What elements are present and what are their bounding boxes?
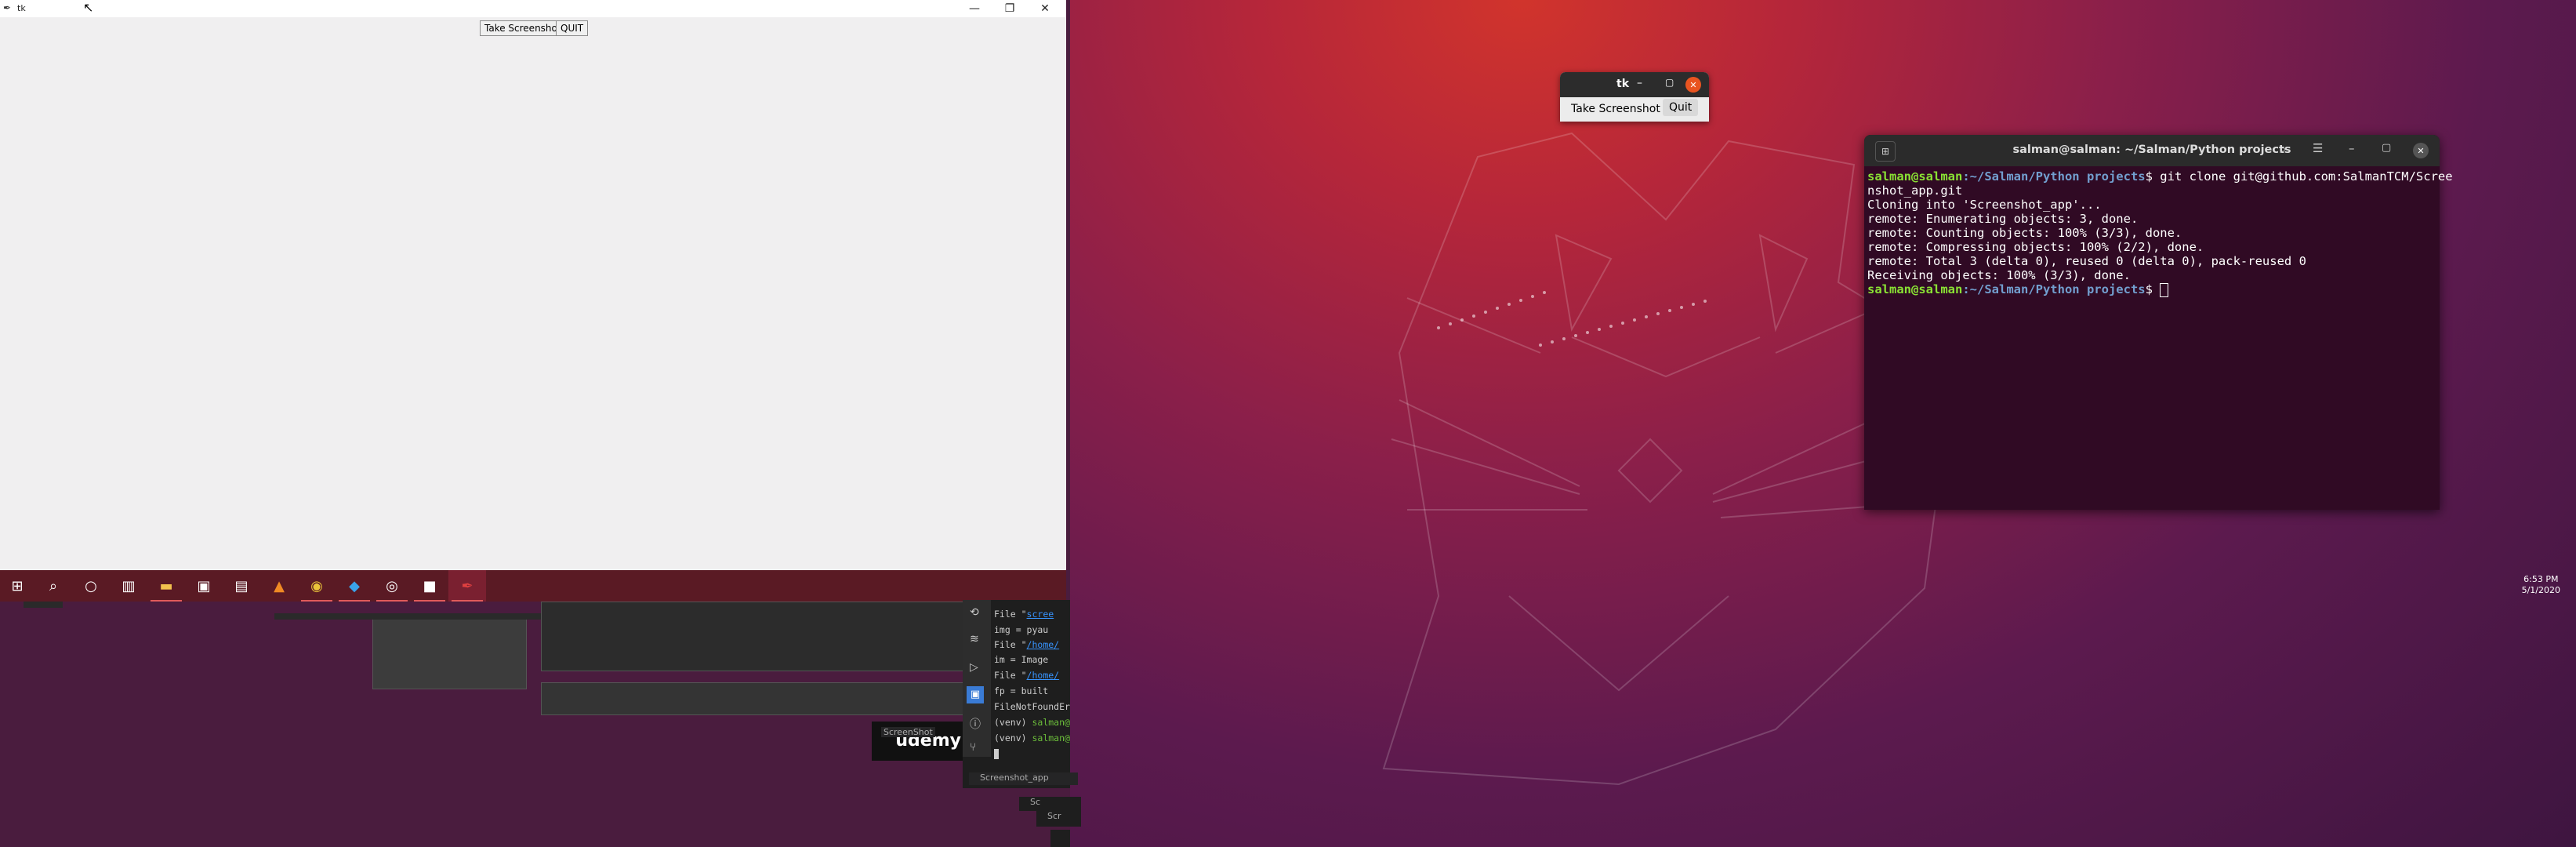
terminal-line: remote: Total 3 (delta 0), reused 0 (del…	[1867, 254, 2306, 268]
windows-start-icon[interactable]: ⊞	[0, 570, 34, 602]
tk-titlebar: ✒ tk ↖ — ❐ ✕	[0, 0, 1066, 17]
feather-icon: ✒	[3, 2, 12, 13]
store-icon[interactable]: ▣	[185, 570, 223, 602]
cortana-icon[interactable]: ○	[72, 570, 110, 602]
terminal-cursor	[2160, 282, 2169, 297]
code-line: File "/home/	[994, 670, 1060, 681]
mouse-cursor-icon: ↖	[83, 0, 94, 15]
layers-icon[interactable]: ≋	[970, 633, 979, 645]
ubuntu-terminal-window: ⊞ salman@salman: ~/Salman/Python project…	[1864, 135, 2453, 510]
clock-time: 6:53 PM	[2523, 574, 2559, 584]
chrome-icon[interactable]: ◉	[298, 570, 336, 602]
app-icon[interactable]: ◎	[373, 570, 411, 602]
ubuntu-tk-titlebar: tk – ▢ ✕	[1560, 72, 1709, 97]
terminal-line: remote: Enumerating objects: 3, done.	[1867, 212, 2139, 226]
terminal-cursor	[994, 749, 999, 759]
ghost-bar-artifact	[274, 613, 541, 620]
quit-button[interactable]: QUIT	[556, 20, 589, 36]
windows-taskbar: ⊞ ⌕ ○ ▥ ▬ ▣ ▤ ▲ ◉ ◆ ◎ ■ ✒	[0, 570, 1066, 602]
ubuntu-tk-window: tk – ▢ ✕ Take Screenshot Quit	[1560, 72, 1709, 122]
maximize-button[interactable]: ❐	[992, 0, 1028, 17]
code-line: File "scree	[994, 609, 1054, 620]
vscode-activity-bar: ⟲ ≋ ▷ ▣ ⓘ ⑂	[963, 600, 991, 757]
terminal-line: remote: Compressing objects: 100% (2/2),…	[1867, 240, 2204, 254]
code-line: (venv) salman@	[994, 732, 1070, 743]
minimize-button[interactable]: —	[956, 0, 992, 17]
terminal-prompt-line[interactable]: salman@salman:~/Salman/Python projects$	[1867, 282, 2169, 297]
fragment-bar	[1050, 830, 1070, 847]
fragment-text: Sc	[1019, 797, 1081, 811]
info-icon[interactable]: ⓘ	[970, 716, 981, 732]
terminal-line: Receiving objects: 100% (3/3), done.	[1867, 268, 2131, 282]
ghost-window-artifact	[372, 617, 527, 689]
vscode-icon[interactable]: ◆	[336, 570, 373, 602]
maximize-icon[interactable]: ▢	[1665, 77, 1674, 88]
minimize-icon[interactable]: –	[1637, 77, 1642, 89]
file-explorer-icon[interactable]: ▬	[147, 570, 185, 602]
close-button[interactable]: ✕	[1685, 77, 1701, 93]
vlc-icon[interactable]: ▲	[260, 570, 298, 602]
taskbar-clock[interactable]: 6:53 PM 5/1/2020	[2522, 574, 2560, 596]
code-line: im = Image	[994, 654, 1049, 665]
remote-explorer-icon[interactable]: ▣	[967, 686, 984, 703]
minimize-icon[interactable]: –	[2349, 141, 2355, 155]
window-title: tk	[17, 3, 26, 13]
breadcrumb-screenshot[interactable]: ScreenShot	[881, 727, 935, 737]
breadcrumb-screenshot-app[interactable]: Screenshot_app	[969, 772, 1078, 785]
ghost-window-artifact	[541, 682, 966, 715]
task-view-icon[interactable]: ▥	[110, 570, 147, 602]
terminal-command-line: salman@salman:~/Salman/Python projects$ …	[1867, 169, 2453, 184]
terminal-titlebar: ⊞ salman@salman: ~/Salman/Python project…	[1864, 135, 2440, 166]
terminal-line: nshot_app.git	[1867, 184, 1963, 198]
feather-app-icon[interactable]: ✒	[448, 570, 486, 602]
ghost-window-artifact	[541, 602, 966, 671]
code-line: fp = built	[994, 685, 1049, 696]
code-line: FileNotFoundEr	[994, 701, 1070, 712]
search-icon[interactable]: ⌕	[34, 570, 72, 602]
ghost-bar-artifact	[24, 602, 63, 608]
cmd-icon[interactable]: ■	[411, 570, 448, 602]
terminal-icon[interactable]: ▤	[223, 570, 260, 602]
fragment-text: Scr	[1036, 811, 1081, 827]
window-title: tk	[1616, 78, 1630, 90]
code-line: img = pyau	[994, 624, 1049, 635]
clock-date: 5/1/2020	[2521, 585, 2560, 595]
maximize-icon[interactable]: ▢	[2382, 142, 2391, 154]
quit-button[interactable]: Quit	[1663, 99, 1699, 116]
close-button[interactable]: ✕	[1027, 0, 1063, 17]
hamburger-menu-icon[interactable]: ☰	[2313, 141, 2323, 155]
terminal-line: Cloning into 'Screenshot_app'...	[1867, 198, 2102, 212]
take-screenshot-button[interactable]: Take Screenshot	[480, 20, 566, 36]
terminal-line: remote: Counting objects: 100% (3/3), do…	[1867, 226, 2182, 240]
search-icon[interactable]: ⌕	[2280, 142, 2286, 156]
close-button[interactable]: ✕	[2413, 143, 2429, 158]
source-control-icon[interactable]: ⟲	[970, 606, 979, 619]
run-icon[interactable]: ▷	[970, 661, 978, 674]
code-line: (venv) salman@	[994, 717, 1070, 728]
code-line: File "/home/	[994, 639, 1060, 650]
tk-window: ✒ tk ↖ — ❐ ✕ Take Screenshot QUIT	[0, 0, 1066, 570]
git-branch-icon[interactable]: ⑂	[970, 741, 976, 754]
take-screenshot-button[interactable]: Take Screenshot	[1563, 100, 1668, 118]
